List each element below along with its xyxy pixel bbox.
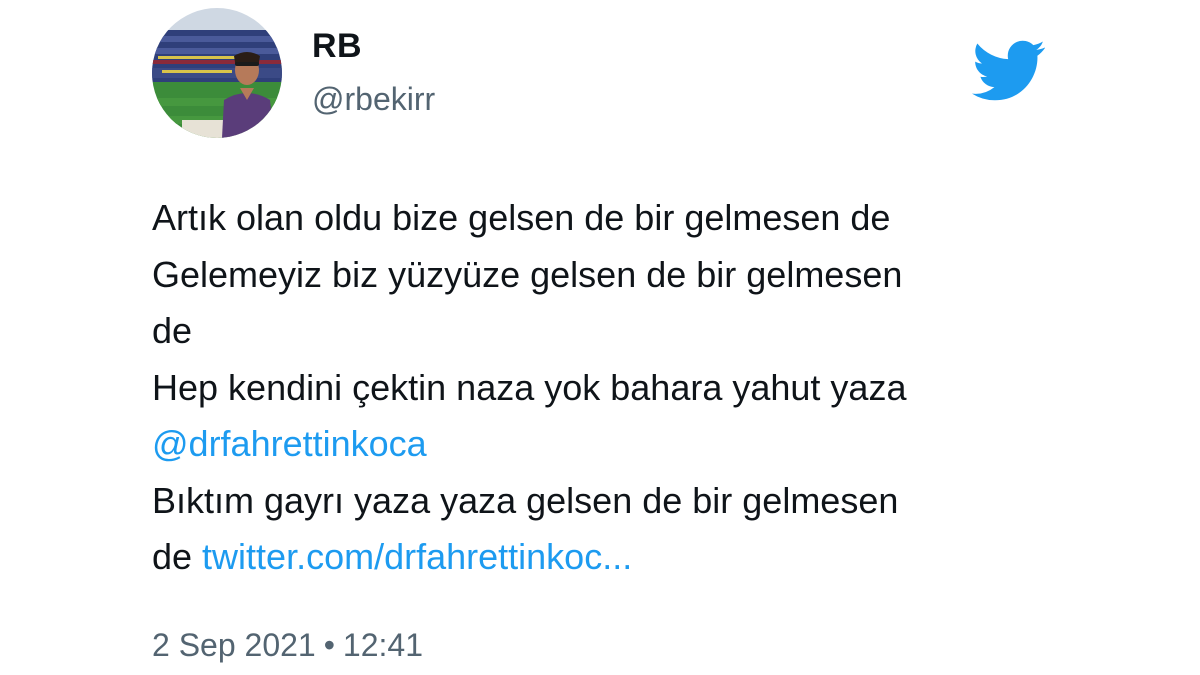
- avatar[interactable]: [152, 8, 282, 138]
- twitter-bird-icon[interactable]: [972, 40, 1046, 102]
- user-handle[interactable]: @rbekirr: [312, 78, 435, 120]
- tweet-card: RB @rbekirr Artık olan oldu bize gelsen …: [0, 0, 1200, 675]
- tweet-line: Gelemeyiz biz yüzyüze gelsen de bir gelm…: [152, 253, 903, 295]
- twitter-bird-icon-graphic: [972, 40, 1045, 101]
- avatar-photo: [152, 8, 282, 138]
- tweet-line-prefix: de: [152, 536, 203, 577]
- tweet-line: Artık olan oldu bize gelsen de bir gelme…: [152, 197, 891, 238]
- separator-dot: •: [323, 627, 335, 663]
- tweet-text: Artık olan oldu bize gelsen de bir gelme…: [152, 190, 1052, 586]
- tweet-time: 12:41: [342, 627, 423, 663]
- tweet-line: Bıktım gayrı yaza yaza gelsen de bir gel…: [152, 479, 899, 521]
- display-name[interactable]: RB: [312, 24, 435, 68]
- tweet-line: Hep kendini çektin naza yok bahara yahut…: [152, 366, 907, 408]
- tweet-date: 2 Sep 2021: [152, 627, 316, 663]
- tweet-timestamp[interactable]: 2 Sep 2021 • 12:41: [152, 624, 423, 666]
- tweet-url-link[interactable]: twitter.com/drfahrettinkoc...: [202, 536, 632, 577]
- tweet-last-line: de twitter.com/drfahrettinkoc...: [152, 529, 1052, 586]
- tweet-line: de: [152, 310, 193, 351]
- mention-link[interactable]: @drfahrettinkoca: [152, 423, 427, 464]
- user-info[interactable]: RB @rbekirr: [312, 24, 435, 120]
- mention-line: @drfahrettinkoca: [152, 416, 1052, 473]
